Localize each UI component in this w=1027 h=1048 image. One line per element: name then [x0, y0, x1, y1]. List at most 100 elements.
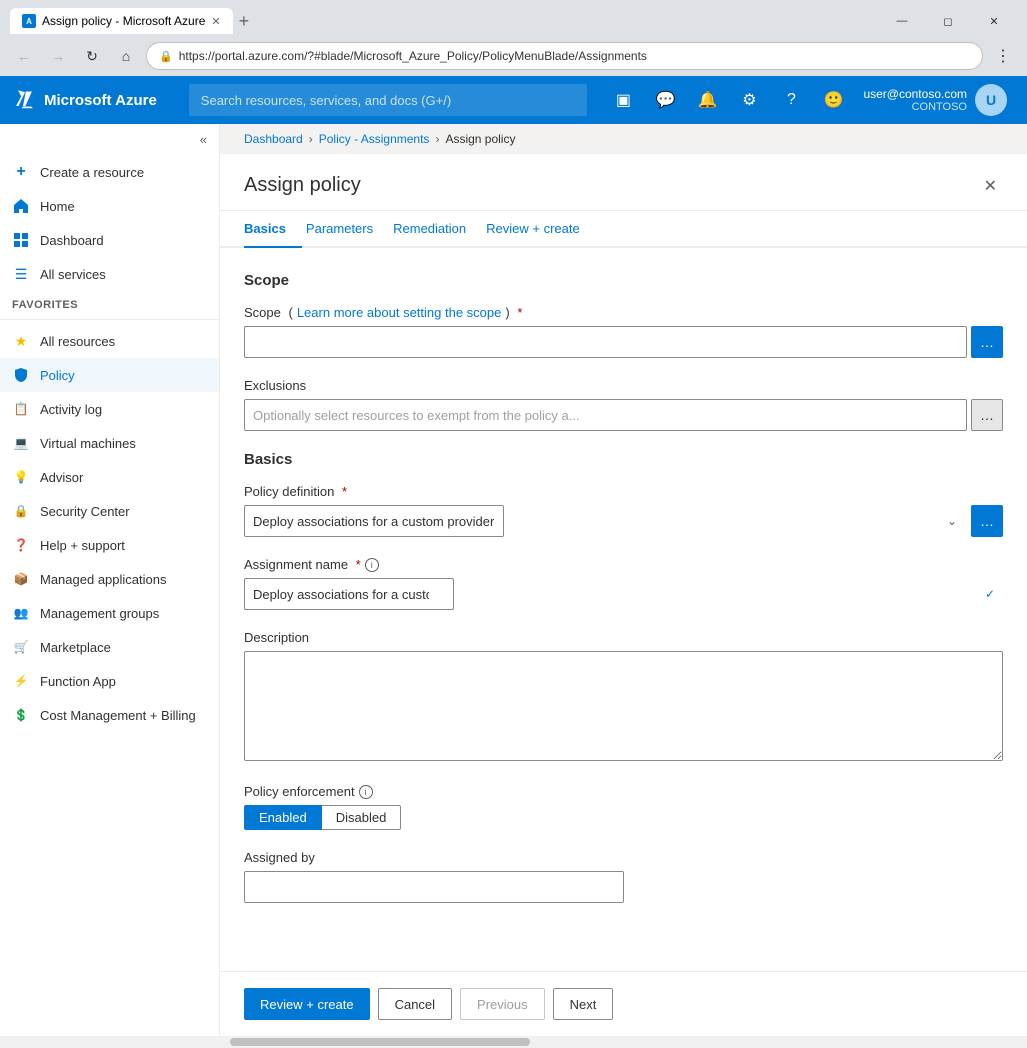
exclusions-browse-button[interactable]: … — [971, 399, 1003, 431]
browser-titlebar: A Assign policy - Microsoft Azure ✕ + — … — [0, 0, 1027, 36]
policy-def-required: * — [338, 484, 347, 499]
address-bar[interactable]: 🔒 https://portal.azure.com/?#blade/Micro… — [146, 42, 983, 70]
back-button[interactable]: ← — [10, 42, 38, 70]
window-controls: — ◻ ✕ — [879, 6, 1017, 36]
sidebar-item-function-app[interactable]: ⚡ Function App — [0, 664, 219, 698]
content-area: Dashboard › Policy - Assignments › Assig… — [220, 124, 1027, 1036]
url-text: https://portal.azure.com/?#blade/Microso… — [179, 49, 647, 63]
close-button[interactable]: ✕ — [971, 6, 1017, 36]
user-profile[interactable]: user@contoso.com CONTOSO U — [855, 84, 1015, 116]
scope-field-group: Scope ( Learn more about setting the sco… — [244, 305, 1003, 358]
sidebar-item-policy[interactable]: Policy — [0, 358, 219, 392]
exclusions-input[interactable] — [244, 399, 967, 431]
cancel-button[interactable]: Cancel — [378, 988, 452, 1020]
description-label: Description — [244, 630, 1003, 645]
scope-browse-button[interactable]: … — [971, 326, 1003, 358]
ssl-lock-icon: 🔒 — [159, 50, 173, 63]
sidebar-label-activity-log: Activity log — [40, 402, 102, 417]
policy-enforcement-label: Policy enforcement i — [244, 784, 1003, 799]
assign-policy-panel: Assign policy ✕ Basics Parameters Remedi… — [220, 154, 1027, 1036]
tab-parameters[interactable]: Parameters — [302, 211, 389, 248]
breadcrumb-policy-assignments[interactable]: Policy - Assignments — [319, 132, 430, 146]
tab-review-create[interactable]: Review + create — [482, 211, 596, 248]
tab-remediation[interactable]: Remediation — [389, 211, 482, 248]
scope-browse-icon: … — [980, 334, 994, 350]
sidebar-item-marketplace[interactable]: 🛒 Marketplace — [0, 630, 219, 664]
browser-menu-button[interactable]: ⋮ — [989, 42, 1017, 70]
assignment-name-group: Assignment name * i — [244, 557, 1003, 610]
description-group: Description — [244, 630, 1003, 764]
sidebar-collapse-button[interactable]: « — [0, 124, 219, 155]
exclusions-input-row: … — [244, 399, 1003, 431]
browser-tab-active[interactable]: A Assign policy - Microsoft Azure ✕ — [10, 8, 233, 34]
sidebar-item-management-groups[interactable]: 👥 Management groups — [0, 596, 219, 630]
scope-input[interactable] — [244, 326, 967, 358]
app-container: Microsoft Azure ▣ 💬 🔔 ⚙ ? 🙂 user@contoso… — [0, 76, 1027, 1036]
cost-management-icon: 💲 — [12, 706, 30, 724]
scope-learn-more-link[interactable]: Learn more about setting the scope — [297, 305, 502, 320]
topnav-icon-group: ▣ 💬 🔔 ⚙ ? 🙂 user@contoso.com CONTOSO U — [603, 76, 1015, 124]
assigned-by-input[interactable] — [244, 871, 624, 903]
sidebar-item-create-resource[interactable]: + Create a resource — [0, 155, 219, 189]
sidebar-label-management-groups: Management groups — [40, 606, 159, 621]
horizontal-scrollbar-thumb[interactable] — [230, 1038, 530, 1046]
search-container — [189, 84, 588, 116]
form-content: Scope Scope ( Learn more about setting t… — [220, 248, 1027, 971]
assignment-name-info-icon[interactable]: i — [365, 558, 379, 572]
sidebar-item-advisor[interactable]: 💡 Advisor — [0, 460, 219, 494]
sidebar-item-all-services[interactable]: ☰ All services — [0, 257, 219, 291]
sidebar-item-activity-log[interactable]: 📋 Activity log — [0, 392, 219, 426]
global-search-input[interactable] — [189, 84, 588, 116]
all-services-icon: ☰ — [12, 265, 30, 283]
policy-definition-select[interactable]: Deploy associations for a custom provide… — [244, 505, 504, 537]
enforcement-disabled-button[interactable]: Disabled — [322, 805, 402, 830]
sidebar-label-advisor: Advisor — [40, 470, 83, 485]
assignment-name-required: * — [352, 557, 361, 572]
cloud-shell-button[interactable]: ▣ — [603, 76, 643, 124]
sidebar-item-virtual-machines[interactable]: 💻 Virtual machines — [0, 426, 219, 460]
enforcement-toggle-group: Enabled Disabled — [244, 805, 1003, 830]
review-create-button[interactable]: Review + create — [244, 988, 370, 1020]
function-app-icon: ⚡ — [12, 672, 30, 690]
panel-close-button[interactable]: ✕ — [978, 174, 1003, 198]
sidebar-item-help-support[interactable]: ❓ Help + support — [0, 528, 219, 562]
sidebar-label-marketplace: Marketplace — [40, 640, 111, 655]
new-tab-button[interactable]: + — [239, 11, 250, 32]
description-textarea[interactable] — [244, 651, 1003, 761]
scope-label: Scope ( Learn more about setting the sco… — [244, 305, 1003, 320]
sidebar-item-security-center[interactable]: 🔒 Security Center — [0, 494, 219, 528]
restore-button[interactable]: ◻ — [925, 6, 971, 36]
enforcement-info-icon[interactable]: i — [359, 785, 373, 799]
settings-button[interactable]: ⚙ — [729, 76, 769, 124]
sidebar-item-managed-applications[interactable]: 📦 Managed applications — [0, 562, 219, 596]
refresh-button[interactable]: ↻ — [78, 42, 106, 70]
breadcrumb-dashboard[interactable]: Dashboard — [244, 132, 303, 146]
home-nav-button[interactable]: ⌂ — [112, 42, 140, 70]
assignment-name-input[interactable] — [244, 578, 454, 610]
forward-button[interactable]: → — [44, 42, 72, 70]
enforcement-enabled-button[interactable]: Enabled — [244, 805, 322, 830]
sidebar-label-function-app: Function App — [40, 674, 116, 689]
management-groups-icon: 👥 — [12, 604, 30, 622]
security-center-icon: 🔒 — [12, 502, 30, 520]
next-button[interactable]: Next — [553, 988, 614, 1020]
feedback-smiley-button[interactable]: 🙂 — [813, 76, 853, 124]
sidebar-item-home[interactable]: Home — [0, 189, 219, 223]
sidebar-item-all-resources[interactable]: ★ All resources — [0, 324, 219, 358]
azure-logo: Microsoft Azure — [12, 88, 173, 112]
sidebar-item-cost-management[interactable]: 💲 Cost Management + Billing — [0, 698, 219, 732]
feedback-button[interactable]: 💬 — [645, 76, 685, 124]
help-button[interactable]: ? — [771, 76, 811, 124]
browser-tab-close[interactable]: ✕ — [211, 15, 220, 28]
breadcrumb-sep-1: › — [309, 132, 313, 146]
sidebar-item-dashboard[interactable]: Dashboard — [0, 223, 219, 257]
tab-basics[interactable]: Basics — [244, 211, 302, 248]
policy-definition-browse-button[interactable]: … — [971, 505, 1003, 537]
azure-favicon: A — [22, 14, 36, 28]
minimize-button[interactable]: — — [879, 6, 925, 36]
marketplace-icon: 🛒 — [12, 638, 30, 656]
home-icon — [12, 197, 30, 215]
help-support-icon: ❓ — [12, 536, 30, 554]
breadcrumb-current: Assign policy — [445, 132, 515, 146]
notifications-button[interactable]: 🔔 — [687, 76, 727, 124]
